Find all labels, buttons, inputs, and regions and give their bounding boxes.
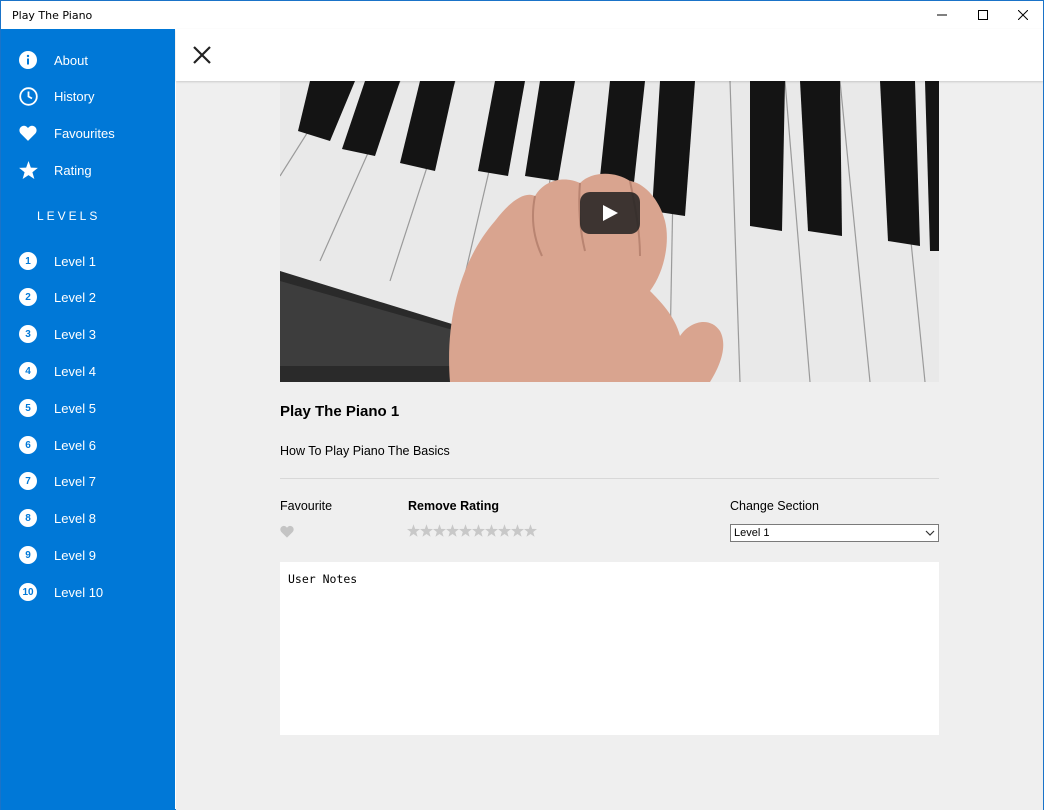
divider — [280, 478, 939, 479]
title-bar: Play The Piano — [1, 1, 1043, 29]
rating-star-icon[interactable] — [433, 524, 446, 537]
number-circle-icon: 5 — [18, 398, 38, 418]
sidebar-item-label: Level 10 — [54, 585, 104, 600]
sidebar-item-label: Level 4 — [54, 364, 96, 379]
minimize-icon — [937, 14, 947, 16]
sidebar-item-level-3[interactable]: 3 Level 3 — [1, 316, 175, 352]
close-icon — [1018, 10, 1028, 20]
sidebar-item-label: Level 7 — [54, 474, 96, 489]
rating-star-icon[interactable] — [459, 524, 472, 537]
main-content: Play The Piano 1 How To Play Piano The B… — [176, 81, 1043, 810]
number-circle-icon: 1 — [18, 251, 38, 271]
sidebar-item-label: Rating — [54, 163, 92, 178]
close-pane-button[interactable] — [191, 44, 213, 66]
chevron-down-icon — [925, 530, 935, 536]
sidebar-item-rating[interactable]: Rating — [1, 152, 175, 188]
rating-star-icon[interactable] — [407, 524, 420, 537]
number-circle-icon: 2 — [18, 287, 38, 307]
maximize-icon — [978, 10, 988, 20]
section-select-value: Level 1 — [734, 527, 770, 539]
change-section-label: Change Section — [730, 499, 819, 513]
sidebar-item-label: Level 6 — [54, 438, 96, 453]
sidebar: About History Favourites Rating LEVELS 1… — [1, 29, 175, 810]
sidebar-item-level-4[interactable]: 4 Level 4 — [1, 353, 175, 389]
video-player[interactable] — [280, 81, 939, 382]
levels-header: LEVELS — [37, 209, 101, 223]
sidebar-item-label: Level 3 — [54, 327, 96, 342]
sidebar-item-favourites[interactable]: Favourites — [1, 115, 175, 151]
app-window: Play The Piano About History Favourites … — [0, 0, 1044, 810]
rating-star-icon[interactable] — [420, 524, 433, 537]
sidebar-item-label: About — [54, 53, 88, 68]
sidebar-item-level-1[interactable]: 1 Level 1 — [1, 243, 175, 279]
close-window-button[interactable] — [1003, 1, 1043, 29]
favourite-label: Favourite — [280, 499, 333, 513]
sidebar-item-level-2[interactable]: 2 Level 2 — [1, 279, 175, 315]
sidebar-item-label: History — [54, 89, 95, 104]
sidebar-item-level-8[interactable]: 8 Level 8 — [1, 500, 175, 536]
rating-star-icon[interactable] — [472, 524, 485, 537]
favourite-toggle[interactable] — [280, 525, 294, 538]
maximize-button[interactable] — [963, 1, 1003, 29]
rating-star-icon[interactable] — [485, 524, 498, 537]
number-circle-icon: 6 — [18, 435, 38, 455]
number-circle-icon: 9 — [18, 545, 38, 565]
sidebar-item-label: Level 1 — [54, 254, 96, 269]
sidebar-item-level-10[interactable]: 10 Level 10 — [1, 574, 175, 610]
video-description: How To Play Piano The Basics — [280, 444, 450, 458]
section-select[interactable]: Level 1 — [730, 524, 939, 542]
sidebar-item-level-6[interactable]: 6 Level 6 — [1, 427, 175, 463]
close-icon — [193, 46, 211, 64]
video-title: Play The Piano 1 — [280, 403, 400, 420]
sidebar-item-level-9[interactable]: 9 Level 9 — [1, 537, 175, 573]
info-icon — [18, 50, 38, 70]
window-title: Play The Piano — [12, 9, 93, 22]
number-circle-icon: 8 — [18, 508, 38, 528]
rating-star-icon[interactable] — [511, 524, 524, 537]
user-notes-field[interactable]: User Notes — [280, 562, 939, 735]
sidebar-item-level-7[interactable]: 7 Level 7 — [1, 463, 175, 499]
sidebar-item-history[interactable]: History — [1, 78, 175, 114]
sidebar-item-label: Level 5 — [54, 401, 96, 416]
number-circle-icon: 10 — [18, 582, 38, 602]
number-circle-icon: 3 — [18, 324, 38, 344]
play-button[interactable] — [580, 192, 640, 234]
rating-stars — [407, 524, 537, 537]
sidebar-item-about[interactable]: About — [1, 42, 175, 78]
rating-star-icon[interactable] — [498, 524, 511, 537]
content-top-bar — [176, 29, 1043, 81]
heart-icon — [280, 525, 294, 538]
sidebar-item-label: Favourites — [54, 126, 115, 141]
clock-icon — [18, 86, 38, 106]
sidebar-item-label: Level 2 — [54, 290, 96, 305]
remove-rating-button[interactable]: Remove Rating — [408, 499, 499, 513]
star-icon — [18, 160, 38, 180]
play-icon — [603, 205, 618, 221]
heart-icon — [18, 123, 38, 143]
sidebar-item-level-5[interactable]: 5 Level 5 — [1, 390, 175, 426]
rating-star-icon[interactable] — [446, 524, 459, 537]
rating-star-icon[interactable] — [524, 524, 537, 537]
sidebar-item-label: Level 8 — [54, 511, 96, 526]
number-circle-icon: 7 — [18, 471, 38, 491]
minimize-button[interactable] — [922, 1, 962, 29]
number-circle-icon: 4 — [18, 361, 38, 381]
sidebar-item-label: Level 9 — [54, 548, 96, 563]
